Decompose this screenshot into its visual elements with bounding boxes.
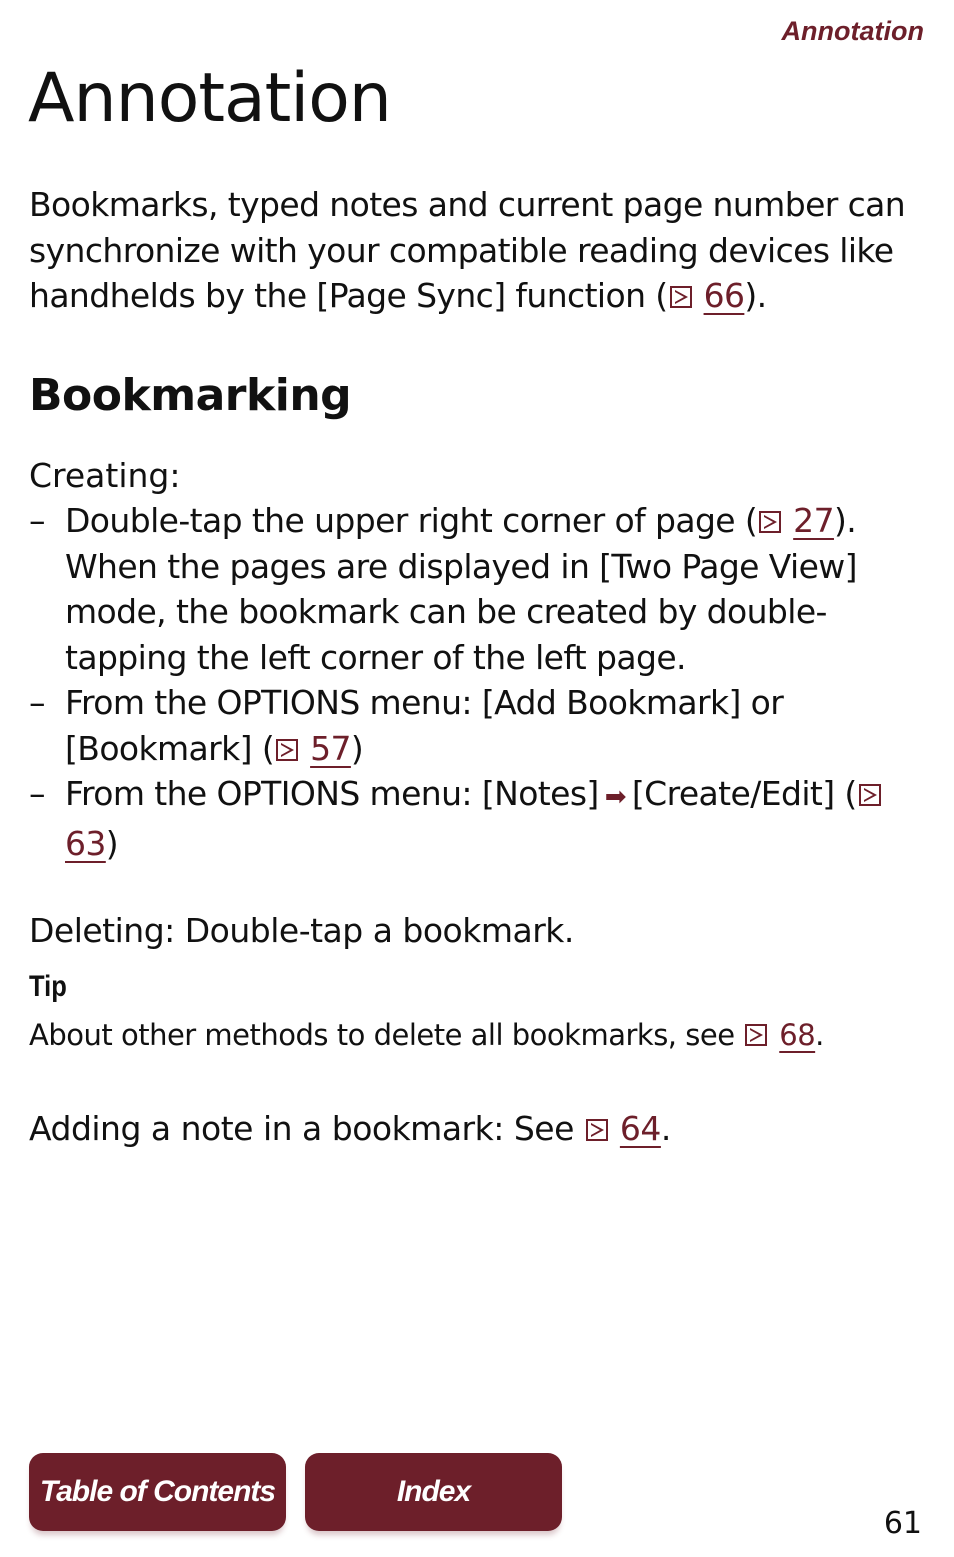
tip-label: Tip xyxy=(29,970,67,1003)
page-link-68[interactable]: 68 xyxy=(779,1018,815,1052)
page-link-63[interactable]: 63 xyxy=(65,824,106,863)
creating-label: Creating: xyxy=(29,456,181,495)
index-button[interactable]: Index xyxy=(305,1453,562,1531)
intro-paragraph: Bookmarks, typed notes and current page … xyxy=(29,185,906,315)
page-number: 61 xyxy=(883,1506,922,1541)
list-item: – Double-tap the upper right corner of p… xyxy=(29,501,858,677)
page-link-66[interactable]: 66 xyxy=(704,276,745,315)
running-head: Annotation xyxy=(781,16,924,46)
deleting-text: Deleting: Double-tap a bookmark. xyxy=(29,911,574,950)
page-reference-icon xyxy=(669,286,692,308)
list-item: – From the OPTIONS menu: [Add Bookmark] … xyxy=(29,683,784,768)
tip-text: About other methods to delete all bookma… xyxy=(29,1018,824,1052)
page-reference-icon xyxy=(759,511,782,533)
page-reference-icon xyxy=(276,738,299,761)
creating-list: – Double-tap the upper right corner of p… xyxy=(29,498,929,866)
page-link-57[interactable]: 57 xyxy=(310,729,351,768)
page-reference-icon xyxy=(745,1024,768,1046)
page-title: Annotation xyxy=(28,59,392,138)
page-reference-icon xyxy=(585,1119,608,1141)
adding-note-text: Adding a note in a bookmark: See 64. xyxy=(29,1109,671,1148)
page-link-64[interactable]: 64 xyxy=(620,1109,662,1148)
table-of-contents-button[interactable]: Table of Contents xyxy=(29,1453,286,1531)
page-link-27[interactable]: 27 xyxy=(793,501,834,540)
section-heading: Bookmarking xyxy=(29,370,352,421)
arrow-right-icon: ➡ xyxy=(604,782,627,812)
page-reference-icon xyxy=(858,784,881,806)
list-item: – From the OPTIONS menu: [Notes] ➡ [Create… xyxy=(29,771,929,866)
